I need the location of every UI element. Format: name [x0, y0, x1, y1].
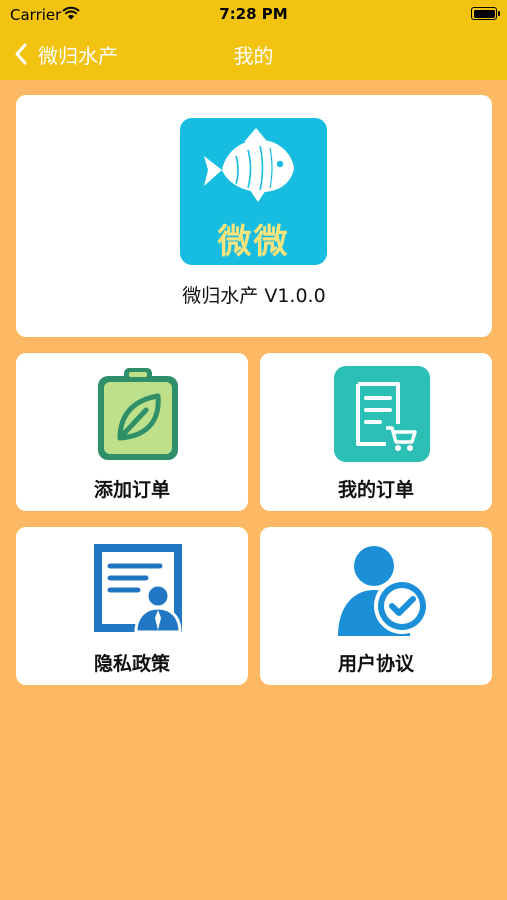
clipboard-leaf-icon [98, 368, 178, 460]
privacy-document-person-icon [94, 544, 182, 634]
app-logo-text: 微微 [217, 222, 290, 262]
order-list-cart-icon [334, 366, 430, 462]
my-orders-label: 我的订单 [337, 479, 414, 501]
user-agreement-tile[interactable]: 用户协议 [260, 527, 492, 685]
status-bar: Carrier 7:28 PM [0, 0, 507, 28]
app-name-version: 微归水产 V1.0.0 [182, 285, 326, 307]
status-time: 7:28 PM [219, 5, 288, 23]
app-logo: 微微 [180, 118, 327, 265]
privacy-policy-label: 隐私政策 [93, 653, 170, 675]
fish-icon [204, 128, 294, 202]
user-agreement-label: 用户协议 [337, 653, 414, 675]
add-order-label: 添加订单 [93, 479, 170, 501]
app-info-card: 微微 微归水产 V1.0.0 [16, 95, 492, 337]
page-title: 我的 [233, 44, 274, 68]
my-orders-tile[interactable]: 我的订单 [260, 353, 492, 511]
navigation-bar: 微归水产 我的 [0, 28, 507, 80]
battery-icon [471, 7, 500, 20]
privacy-policy-tile[interactable]: 隐私政策 [16, 527, 248, 685]
add-order-tile[interactable]: 添加订单 [16, 353, 248, 511]
user-check-icon [338, 546, 430, 636]
